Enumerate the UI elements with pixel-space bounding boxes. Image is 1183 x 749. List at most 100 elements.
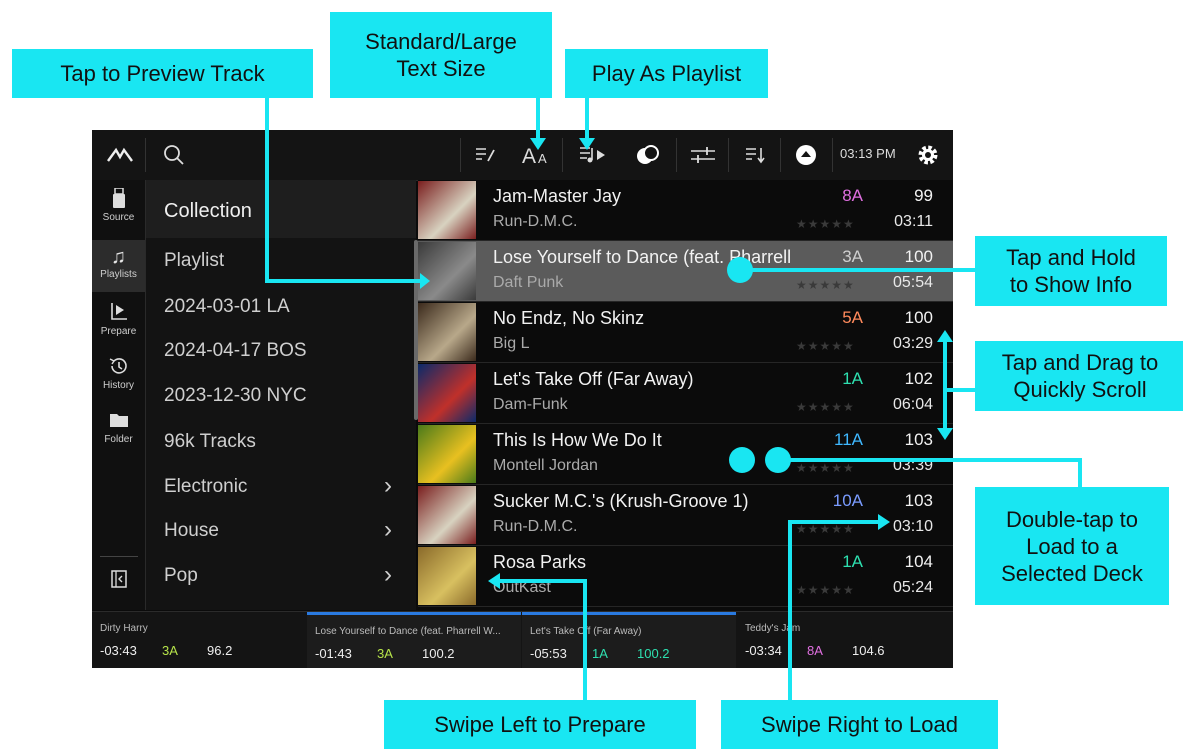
track-key: 11A [834, 430, 863, 449]
callout-play-as-playlist: Play As Playlist [565, 49, 768, 98]
rating-stars[interactable]: ★★★★★ [796, 522, 855, 536]
track-bpm: 102 [904, 369, 933, 388]
sort-icon[interactable] [737, 130, 773, 180]
rating-stars[interactable]: ★★★★★ [796, 217, 855, 231]
search-icon[interactable] [154, 130, 194, 180]
text-size-icon[interactable]: AA [516, 130, 556, 180]
callout-swipe-right: Swipe Right to Load [721, 700, 998, 749]
chevron-right-icon: › [384, 472, 392, 499]
sync-icon[interactable] [628, 130, 668, 180]
deck-strip: Dirty Harry -03:43 3A 96.2 Lose Yourself to … [92, 611, 953, 668]
edit-list-icon[interactable] [466, 130, 504, 180]
deck-bpm: 96.2 [207, 643, 233, 658]
track-title: Let's Take Off (Far Away) [493, 369, 694, 389]
track-bpm: 99 [914, 186, 933, 205]
album-art[interactable] [418, 242, 476, 300]
eject-icon[interactable] [788, 130, 824, 180]
track-artist: OutKast [493, 579, 551, 596]
callout-preview-track: Tap to Preview Track [12, 49, 313, 98]
list-item[interactable]: 96k Tracks [164, 431, 256, 453]
track-duration: 05:24 [892, 579, 933, 596]
nav-playlists-label: Playlists [100, 269, 137, 280]
track-row[interactable]: Let's Take Off (Far Away) Dam-Funk 1A 102 ★★… [418, 363, 953, 424]
track-bpm: 100 [904, 308, 933, 327]
callout-drag-scroll: Tap and Drag to Quickly Scroll [975, 341, 1183, 411]
nav-source-label: Source [102, 212, 135, 223]
track-title: This Is How We Do It [493, 430, 662, 450]
gear-icon[interactable] [910, 130, 946, 180]
nav-prepare-label: Prepare [100, 326, 137, 337]
nav-history-label: History [102, 380, 135, 391]
track-row[interactable]: Sucker M.C.'s (Krush-Groove 1) Run-D.M.C.… [418, 485, 953, 546]
nav-folder[interactable]: Folder [92, 410, 145, 456]
nav-source[interactable]: Source [92, 187, 145, 234]
album-art[interactable] [418, 547, 476, 605]
deck-track-title: Dirty Harry [100, 623, 148, 634]
rating-stars[interactable]: ★★★★★ [796, 400, 855, 414]
collection-header[interactable]: Collection [164, 200, 252, 223]
deck-1[interactable]: Dirty Harry -03:43 3A 96.2 [92, 612, 306, 668]
list-item[interactable]: Playlist [164, 250, 224, 272]
track-row[interactable]: Jam-Master Jay Run-D.M.C. 8A 99 ★★★★★ 03:11 [418, 180, 953, 241]
track-artist: Daft Punk [493, 274, 564, 291]
album-art[interactable] [418, 425, 476, 483]
album-art[interactable] [418, 364, 476, 422]
collapse-panel-button[interactable] [92, 570, 145, 600]
rating-stars[interactable]: ★★★★★ [796, 461, 855, 475]
list-item[interactable]: Pop [164, 565, 198, 587]
nav-playlists[interactable]: ♫ Playlists [92, 240, 145, 292]
settings-sliders-icon[interactable] [684, 130, 722, 180]
track-list: Jam-Master Jay Run-D.M.C. 8A 99 ★★★★★ 03:11 Lo… [418, 180, 953, 610]
album-art[interactable] [418, 181, 476, 239]
track-artist: Montell Jordan [493, 457, 598, 474]
deck-4[interactable]: Teddy's Jam -03:34 8A 104.6 [737, 612, 951, 668]
track-bpm: 103 [904, 430, 933, 449]
track-key: 1A [842, 369, 863, 388]
deck-3[interactable]: Let's Take Off (Far Away) -05:53 1A 100.2 [522, 612, 736, 668]
nav-prepare[interactable]: Prepare [92, 302, 145, 348]
callout-swipe-left: Swipe Left to Prepare [384, 700, 696, 749]
rating-stars[interactable]: ★★★★★ [796, 339, 855, 353]
track-row[interactable]: This Is How We Do It Montell Jordan 11A 103… [418, 424, 953, 485]
deck-bpm: 100.2 [637, 646, 670, 661]
track-artist: Dam-Funk [493, 396, 568, 413]
chevron-right-icon: › [384, 516, 392, 543]
track-title: No Endz, No Skinz [493, 308, 645, 328]
music-note-icon: ♫ [111, 246, 126, 268]
deck-remaining-time: -01:43 [315, 646, 352, 661]
deck-remaining-time: -05:53 [530, 646, 567, 661]
deck-key: 3A [162, 643, 178, 658]
list-item[interactable]: 2024-03-01 LA [164, 296, 290, 318]
deck-2[interactable]: Lose Yourself to Dance (feat. Pharrell W… [307, 612, 521, 668]
rating-stars[interactable]: ★★★★★ [796, 278, 855, 292]
track-duration: 03:11 [894, 213, 933, 230]
track-title: Jam-Master Jay [493, 186, 622, 206]
rating-stars[interactable]: ★★★★★ [796, 583, 855, 597]
track-duration: 03:10 [892, 518, 933, 535]
track-row[interactable]: No Endz, No Skinz Big L 5A 100 ★★★★★ 03:29 [418, 302, 953, 363]
logo-icon [100, 130, 140, 180]
callout-hold-info: Tap and Hold to Show Info [975, 236, 1167, 306]
track-artist: Run-D.M.C. [493, 518, 578, 535]
clock: 03:13 PM [840, 146, 896, 161]
deck-track-title: Teddy's Jam [745, 623, 801, 634]
list-item[interactable]: Electronic [164, 476, 247, 498]
list-item[interactable]: 2024-04-17 BOS [164, 340, 307, 362]
list-item[interactable]: House [164, 520, 219, 542]
folder-icon [92, 410, 145, 434]
playlist-panel: Collection Playlist 2024-03-01 LA 2024-0… [146, 180, 416, 610]
album-art[interactable] [418, 486, 476, 544]
svg-text:A: A [522, 145, 536, 166]
deck-remaining-time: -03:43 [100, 643, 137, 658]
chevron-right-icon: › [384, 561, 392, 588]
track-row[interactable]: Rosa Parks OutKast 1A 104 ★★★★★ 05:24 [418, 546, 953, 607]
track-artist: Big L [493, 335, 530, 352]
device-screen: AA 03:13 PM Source ♫ Playlists Prepare H… [92, 130, 953, 668]
track-row[interactable]: Lose Yourself to Dance (feat. Pharrell W… [418, 241, 953, 302]
track-key: 5A [842, 308, 863, 327]
list-item[interactable]: 2023-12-30 NYC [164, 385, 307, 407]
play-as-playlist-icon[interactable] [572, 130, 612, 180]
nav-history[interactable]: History [92, 356, 145, 402]
prepare-icon [92, 302, 145, 326]
album-art[interactable] [418, 303, 476, 361]
